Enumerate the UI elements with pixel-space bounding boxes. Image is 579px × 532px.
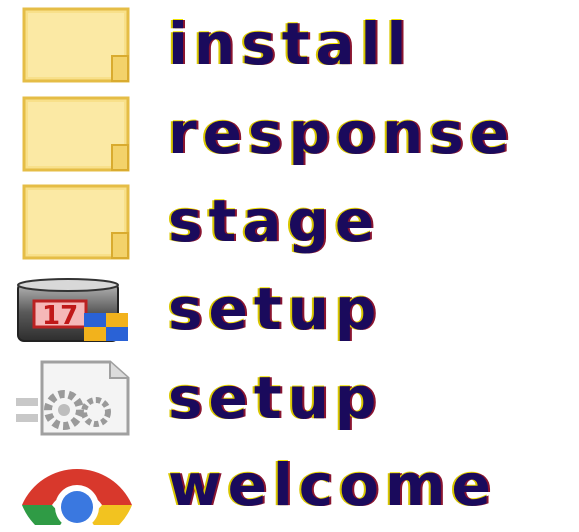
installer-app-icon: 17 (12, 269, 142, 349)
file-item-setup-exe[interactable]: 17 setup (0, 269, 579, 349)
file-name-label: stage (168, 187, 381, 255)
folder-icon (12, 181, 142, 261)
file-item-stage[interactable]: stage (0, 181, 579, 261)
file-name-label: response (168, 99, 515, 167)
file-name-label: welcome (168, 451, 497, 519)
file-name-label: setup (168, 275, 383, 343)
svg-text:17: 17 (42, 301, 78, 331)
chrome-html-icon (12, 445, 142, 525)
folder-icon (12, 93, 142, 173)
folder-icon (12, 4, 142, 84)
file-list: install response stage 17 setup setup we… (0, 0, 579, 532)
file-item-welcome[interactable]: welcome (0, 445, 579, 525)
settings-file-icon (12, 358, 142, 438)
file-item-setup-ini[interactable]: setup (0, 358, 579, 438)
file-item-install[interactable]: install (0, 4, 579, 84)
file-item-response[interactable]: response (0, 93, 579, 173)
file-name-label: install (168, 10, 413, 78)
file-name-label: setup (168, 364, 383, 432)
